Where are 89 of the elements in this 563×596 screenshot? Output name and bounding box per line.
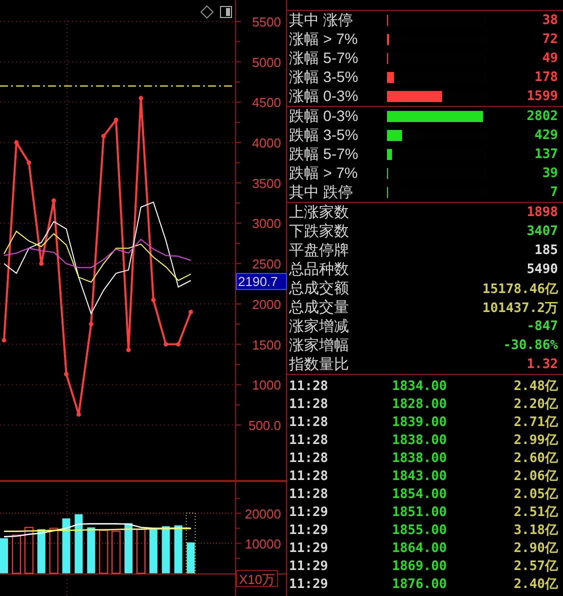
stat-label: 下跌家数 xyxy=(289,222,350,241)
tick-amount: 2.99亿 xyxy=(512,432,558,449)
axis-label: 2000 xyxy=(252,296,281,312)
tick-price: 1851.00 xyxy=(392,504,448,520)
tick-price: 1828.00 xyxy=(392,396,448,412)
tick-price: 1869.00 xyxy=(392,558,448,574)
tick-price: 1839.00 xyxy=(392,414,448,430)
stat-value: 15178.46亿 xyxy=(481,280,558,298)
count-value: 178 xyxy=(534,70,558,85)
stat-value: -847 xyxy=(526,319,558,334)
tick-amount: 2.71亿 xyxy=(512,414,558,431)
tick-price: 1864.00 xyxy=(392,540,448,556)
tick-price: 1838.00 xyxy=(392,432,448,448)
stat-label: 上涨家数 xyxy=(289,203,350,222)
tick-time: 11:29 xyxy=(289,522,330,538)
row-label: 涨幅 0-3% xyxy=(289,87,360,106)
tick-amount: 2.60亿 xyxy=(512,450,558,467)
tick-amount: 2.57亿 xyxy=(512,558,558,575)
tick-price: 1855.00 xyxy=(392,522,448,538)
stat-value: 3407 xyxy=(526,224,558,239)
stat-value: 101437.2万 xyxy=(481,300,558,316)
stat-value: -30.86% xyxy=(502,338,558,353)
tick-price: 1838.00 xyxy=(392,450,448,466)
row-label: 跌幅 > 7% xyxy=(289,164,359,183)
count-value: 72 xyxy=(541,32,558,47)
row-label: 其中 涨停 xyxy=(289,11,354,30)
row-label: 涨幅 3-5% xyxy=(289,68,360,87)
count-value: 39 xyxy=(541,166,558,181)
tick-amount: 3.18亿 xyxy=(512,522,558,539)
count-value: 38 xyxy=(541,13,558,28)
tick-amount: 2.05亿 xyxy=(512,486,558,503)
row-label: 涨幅 > 7% xyxy=(289,30,359,49)
axis-label: 3000 xyxy=(252,216,281,232)
stat-value: 5490 xyxy=(526,262,558,277)
axis-label: 5000 xyxy=(252,54,281,70)
axis-label: 500.0 xyxy=(248,418,281,433)
stat-label: 涨家增幅 xyxy=(289,336,350,355)
tick-price: 1876.00 xyxy=(392,576,448,592)
count-value: 49 xyxy=(541,51,558,66)
axis-label: 1000 xyxy=(252,378,281,393)
tick-time: 11:29 xyxy=(289,540,330,556)
row-label: 涨幅 5-7% xyxy=(289,49,360,68)
tick-time: 11:29 xyxy=(289,558,330,574)
tick-price: 1854.00 xyxy=(392,486,448,502)
tick-price: 1834.00 xyxy=(392,378,448,394)
stat-value: 185 xyxy=(534,243,558,258)
unit-label: X10万 xyxy=(236,570,278,587)
row-label: 跌幅 0-3% xyxy=(289,107,360,126)
count-value: 137 xyxy=(534,147,558,162)
axis-label: 20000 xyxy=(244,506,281,522)
stat-label: 总成交额 xyxy=(289,279,350,298)
count-value: 7 xyxy=(549,185,558,200)
axis-label: 3500 xyxy=(252,176,281,191)
tick-time: 11:28 xyxy=(289,468,330,484)
count-value: 2802 xyxy=(526,109,558,124)
row-label: 其中 跌停 xyxy=(289,183,354,202)
stat-value: 1898 xyxy=(526,205,558,220)
axis-label: 1500 xyxy=(252,337,281,352)
tick-amount: 2.40亿 xyxy=(512,576,558,593)
tick-amount: 2.06亿 xyxy=(512,468,558,485)
tick-amount: 2.20亿 xyxy=(512,396,558,413)
tick-time: 11:29 xyxy=(289,504,330,520)
axis-label: 4500 xyxy=(252,95,281,110)
tick-price: 1843.00 xyxy=(392,468,448,484)
stat-label: 平盘停牌 xyxy=(289,241,350,260)
axis-label: 2500 xyxy=(252,256,281,272)
current-value-label: 2190.7 xyxy=(236,273,287,290)
stat-label: 总品种数 xyxy=(289,260,350,279)
stat-value: 1.32 xyxy=(526,357,558,372)
tick-amount: 2.51亿 xyxy=(512,504,558,521)
stat-label: 指数量比 xyxy=(289,355,350,374)
axis-label: 4000 xyxy=(252,136,281,151)
row-label: 跌幅 3-5% xyxy=(289,126,360,145)
tick-amount: 2.48亿 xyxy=(512,378,558,395)
tick-time: 11:28 xyxy=(289,450,330,466)
axis-label: 10000 xyxy=(244,536,281,552)
tick-time: 11:29 xyxy=(289,576,330,592)
tick-time: 11:28 xyxy=(289,486,330,502)
count-value: 429 xyxy=(534,128,558,143)
axis-label: 5500 xyxy=(252,14,281,30)
tick-time: 11:28 xyxy=(289,396,330,412)
tick-time: 11:28 xyxy=(289,432,330,448)
tick-time: 11:28 xyxy=(289,378,330,394)
stat-label: 总成交量 xyxy=(289,298,350,317)
tick-time: 11:28 xyxy=(289,414,330,430)
stat-label: 涨家增减 xyxy=(289,317,350,336)
tick-amount: 2.90亿 xyxy=(512,540,558,557)
count-value: 1599 xyxy=(526,89,558,104)
row-label: 跌幅 5-7% xyxy=(289,145,360,164)
